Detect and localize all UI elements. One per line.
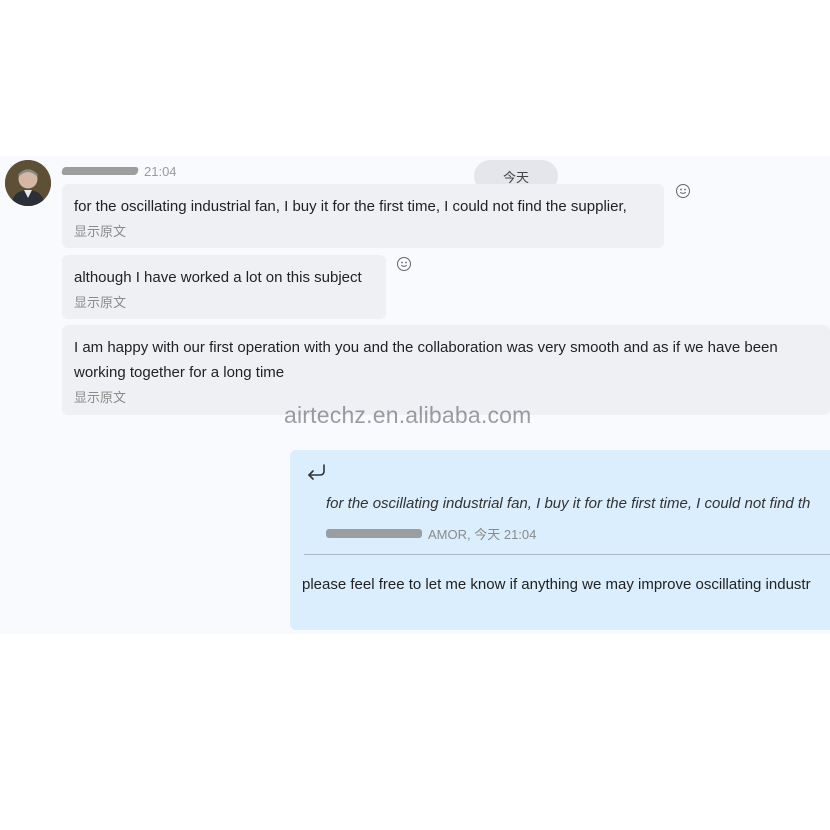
redacted-sender-name (61, 167, 139, 175)
message-bubble[interactable]: for the oscillating industrial fan, I bu… (62, 184, 664, 248)
avatar-photo (5, 160, 51, 206)
message-bubble[interactable]: although I have worked a lot on this sub… (62, 255, 386, 319)
chat-screen: 21:04 今天 for the oscillating industrial … (0, 0, 830, 830)
show-original-link[interactable]: 显示原文 (74, 221, 652, 240)
reply-divider (304, 554, 830, 555)
watermark: airtechz.en.alibaba.com (284, 402, 532, 428)
sender-line: 21:04 (61, 163, 177, 179)
message-text: although I have worked a lot on this sub… (74, 269, 362, 286)
quoted-message-text: for the oscillating industrial fan, I bu… (326, 495, 811, 512)
sender-time: 21:04 (144, 163, 177, 179)
quoted-meta-text: AMOR, 今天 21:04 (428, 527, 537, 542)
reply-arrow-icon (308, 464, 325, 480)
reply-message-bubble[interactable]: for the oscillating industrial fan, I bu… (290, 450, 830, 630)
message-text: for the oscillating industrial fan, I bu… (74, 198, 627, 215)
smiley-face-icon[interactable] (397, 257, 411, 271)
smiley-face-icon[interactable] (676, 184, 690, 198)
avatar[interactable] (5, 160, 51, 206)
redacted-quoted-sender (326, 529, 422, 538)
message-text: I am happy with our first operation with… (74, 339, 778, 381)
show-original-link[interactable]: 显示原文 (74, 292, 374, 311)
quoted-message-meta: AMOR, 今天 21:04 (326, 524, 536, 543)
reply-message-text: please feel free to let me know if anyth… (302, 576, 811, 593)
